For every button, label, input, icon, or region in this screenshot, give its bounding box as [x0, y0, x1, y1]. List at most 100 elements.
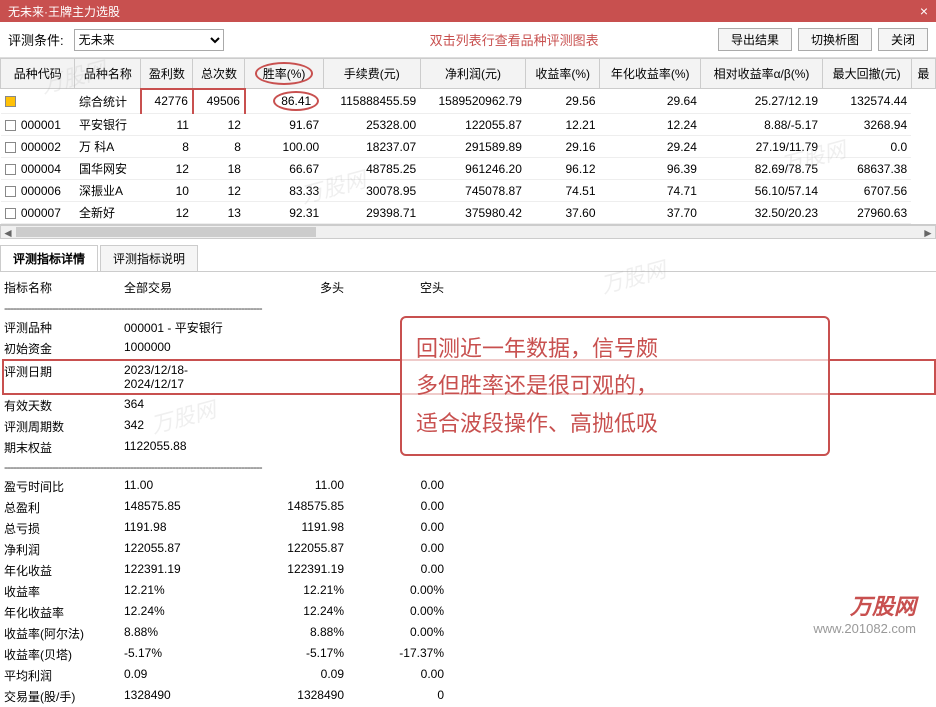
- detail-val-short: -17.37%: [344, 646, 444, 663]
- grid-header-cell[interactable]: 年化收益率(%): [600, 59, 701, 89]
- detail-key: 期末权益: [4, 439, 124, 456]
- detail-val-long: 12.24%: [244, 604, 344, 621]
- scroll-right-icon[interactable]: ►: [921, 226, 935, 238]
- table-cell: 375980.42: [420, 202, 526, 224]
- table-cell: 12: [193, 114, 245, 136]
- grid-header-cell[interactable]: 最大回撤(元): [822, 59, 911, 89]
- table-cell: 0.0: [822, 136, 911, 158]
- grid-header-cell[interactable]: 胜率(%): [245, 59, 323, 89]
- table-cell: 国华网安: [75, 158, 141, 180]
- detail-key: 收益率(阿尔法): [4, 625, 124, 642]
- table-row[interactable]: 000002万 科A88100.0018237.07291589.8929.16…: [1, 136, 936, 158]
- table-cell: 29.16: [526, 136, 600, 158]
- row-checkbox[interactable]: [5, 120, 16, 131]
- table-cell: 66.67: [245, 158, 323, 180]
- scroll-thumb[interactable]: [16, 227, 316, 237]
- table-cell: 115888455.59: [323, 89, 420, 114]
- detail-val-long: 122391.19: [244, 562, 344, 579]
- detail-col-short: 空头: [344, 279, 444, 296]
- table-cell: 74.71: [600, 180, 701, 202]
- table-cell: 29.24: [600, 136, 701, 158]
- table-cell: 12: [193, 180, 245, 202]
- grid-header-row: 品种代码品种名称盈利数总次数胜率(%)手续费(元)净利润(元)收益率(%)年化收…: [1, 59, 936, 89]
- detail-val-short: 0: [344, 688, 444, 705]
- table-cell: 1589520962.79: [420, 89, 526, 114]
- table-row[interactable]: 000006深振业A101283.3330078.95745078.8774.5…: [1, 180, 936, 202]
- detail-val-long: 11.00: [244, 478, 344, 495]
- hint-text: 双击列表行查看品种评测图表: [430, 30, 599, 49]
- row-checkbox[interactable]: [5, 208, 16, 219]
- table-cell: 29398.71: [323, 202, 420, 224]
- detail-val-all: -5.17%: [124, 646, 244, 663]
- table-row[interactable]: 000007全新好121392.3129398.71375980.4237.60…: [1, 202, 936, 224]
- table-cell: 000007: [1, 202, 75, 224]
- row-checkbox[interactable]: [5, 186, 16, 197]
- table-row[interactable]: 000001平安银行111291.6725328.00122055.8712.2…: [1, 114, 936, 136]
- table-cell: 96.12: [526, 158, 600, 180]
- grid-header-cell[interactable]: 收益率(%): [526, 59, 600, 89]
- detail-val-long: [244, 397, 344, 414]
- detail-val-long: [244, 319, 344, 336]
- table-cell: 961246.20: [420, 158, 526, 180]
- detail-val-all: 11.00: [124, 478, 244, 495]
- divider: ----------------------------------------…: [4, 299, 936, 317]
- detail-row: 收益率12.21%12.21%0.00%: [4, 581, 936, 602]
- grid-header-cell[interactable]: 总次数: [193, 59, 245, 89]
- table-cell: 6707.56: [822, 180, 911, 202]
- export-button[interactable]: 导出结果: [718, 28, 792, 51]
- results-grid[interactable]: 品种代码品种名称盈利数总次数胜率(%)手续费(元)净利润(元)收益率(%)年化收…: [0, 58, 936, 224]
- table-cell: 86.41: [245, 89, 323, 114]
- detail-panel: 指标名称 全部交易 多头 空头 ------------------------…: [0, 272, 936, 707]
- detail-key: 净利润: [4, 541, 124, 558]
- grid-header-cell[interactable]: 盈利数: [141, 59, 193, 89]
- grid-header-cell[interactable]: 品种代码: [1, 59, 75, 89]
- detail-row: 年化收益122391.19122391.190.00: [4, 560, 936, 581]
- table-cell: 68637.38: [822, 158, 911, 180]
- switch-view-button[interactable]: 切换析图: [798, 28, 872, 51]
- detail-val-short: 0.00%: [344, 583, 444, 600]
- table-cell: 12.21: [526, 114, 600, 136]
- detail-val-long: 1328490: [244, 688, 344, 705]
- table-cell: 13: [193, 202, 245, 224]
- tab-detail[interactable]: 评测指标详情: [0, 245, 98, 271]
- logo-corner: 万股网 www.201082.com: [813, 589, 916, 636]
- grid-header-cell[interactable]: 品种名称: [75, 59, 141, 89]
- table-cell: 8: [141, 136, 193, 158]
- tab-desc[interactable]: 评测指标说明: [100, 245, 198, 271]
- table-cell: 32.50/20.23: [701, 202, 822, 224]
- grid-header-cell[interactable]: 净利润(元): [420, 59, 526, 89]
- detail-val-long: [244, 363, 344, 391]
- table-cell: 745078.87: [420, 180, 526, 202]
- detail-val-short: 0.00: [344, 478, 444, 495]
- detail-key: 年化收益: [4, 562, 124, 579]
- detail-header: 指标名称 全部交易 多头 空头: [4, 276, 936, 299]
- table-cell: 000001: [1, 114, 75, 136]
- row-checkbox[interactable]: [5, 96, 16, 107]
- condition-select[interactable]: 无未来: [74, 29, 224, 51]
- grid-header-cell[interactable]: 手续费(元): [323, 59, 420, 89]
- horizontal-scrollbar[interactable]: ◄ ►: [0, 225, 936, 239]
- table-cell: 132574.44: [822, 89, 911, 114]
- detail-key: 平均利润: [4, 667, 124, 684]
- table-cell: 56.10/57.14: [701, 180, 822, 202]
- detail-tabs: 评测指标详情 评测指标说明: [0, 245, 936, 272]
- scroll-left-icon[interactable]: ◄: [1, 226, 15, 238]
- close-button[interactable]: 关闭: [878, 28, 928, 51]
- table-cell: 27960.63: [822, 202, 911, 224]
- table-row[interactable]: 000004国华网安121866.6748785.25961246.2096.1…: [1, 158, 936, 180]
- table-cell: 100.00: [245, 136, 323, 158]
- grid-header-cell[interactable]: 相对收益率α/β(%): [701, 59, 822, 89]
- table-cell: 12: [141, 202, 193, 224]
- detail-val-long: 0.09: [244, 667, 344, 684]
- table-cell: [1, 89, 75, 114]
- close-icon[interactable]: ×: [920, 3, 928, 19]
- table-cell: 49506: [193, 89, 245, 114]
- row-checkbox[interactable]: [5, 164, 16, 175]
- grid-header-cell[interactable]: 最: [911, 59, 935, 89]
- table-row[interactable]: 综合统计427764950686.41115888455.59158952096…: [1, 89, 936, 114]
- detail-key: 评测周期数: [4, 418, 124, 435]
- row-checkbox[interactable]: [5, 142, 16, 153]
- detail-val-all: 2023/12/18-2024/12/17: [124, 363, 244, 391]
- toolbar: 评测条件: 无未来 双击列表行查看品种评测图表 导出结果 切换析图 关闭: [0, 22, 936, 58]
- detail-key: 收益率: [4, 583, 124, 600]
